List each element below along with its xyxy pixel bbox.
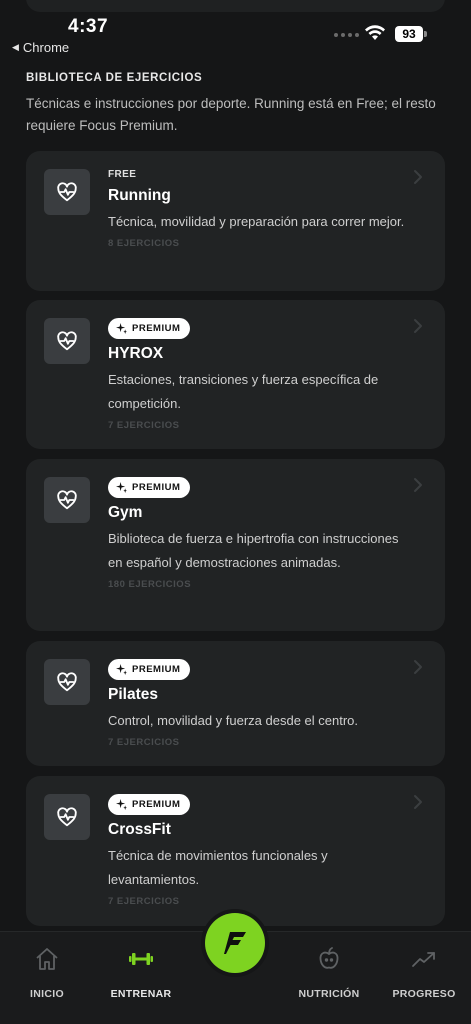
sport-card-crossfit[interactable]: PREMIUM CrossFit Técnica de movimientos … xyxy=(26,776,445,926)
chevron-right-icon xyxy=(414,795,422,809)
sport-name: HYROX xyxy=(108,345,164,362)
heart-pulse-icon xyxy=(44,659,90,705)
premium-badge: PREMIUM xyxy=(108,794,191,815)
dumbbell-icon xyxy=(129,953,153,965)
premium-badge: PREMIUM xyxy=(108,318,191,339)
status-bar: 4:37 ◀ Chrome 93 xyxy=(0,0,471,60)
premium-badge: PREMIUM xyxy=(108,659,191,680)
premium-badge: PREMIUM xyxy=(108,477,191,498)
nav-label: ENTRENAR xyxy=(110,988,172,1000)
sport-name: CrossFit xyxy=(108,821,171,838)
back-arrow-icon: ◀ xyxy=(12,42,19,52)
focus-action-button[interactable] xyxy=(205,913,265,973)
wifi-icon xyxy=(365,25,385,40)
sparkle-icon xyxy=(116,482,127,493)
nav-item-inicio[interactable]: INICIO xyxy=(0,932,94,1000)
heart-pulse-icon xyxy=(44,169,90,215)
sport-name: Running xyxy=(108,187,171,204)
sport-description: Estaciones, transiciones y fuerza especí… xyxy=(108,372,379,411)
nav-item-progreso[interactable]: PROGRESO xyxy=(377,932,471,1000)
nav-label: INICIO xyxy=(30,988,64,1000)
apple-icon xyxy=(319,947,339,969)
sport-description: Técnica de movimientos funcionales y lev… xyxy=(108,848,328,887)
sparkle-icon xyxy=(116,799,127,810)
exercise-count: 7 EJERCICIOS xyxy=(108,737,180,748)
sport-name: Gym xyxy=(108,504,143,521)
sport-card-pilates[interactable]: PREMIUM Pilates Control, movilidad y fue… xyxy=(26,641,445,766)
free-badge: FREE xyxy=(108,169,137,180)
sport-card-running[interactable]: FREE Running Técnica, movilidad y prepar… xyxy=(26,151,445,291)
trend-icon xyxy=(412,952,435,967)
chevron-right-icon xyxy=(414,478,422,492)
sport-card-hyrox[interactable]: PREMIUM HYROX Estaciones, transiciones y… xyxy=(26,300,445,449)
nav-label: PROGRESO xyxy=(392,988,456,1000)
back-app-label: Chrome xyxy=(22,40,70,55)
clock: 4:37 xyxy=(68,16,109,37)
cellular-signal-icon xyxy=(334,33,359,37)
chevron-right-icon xyxy=(414,660,422,674)
section-title: BIBLIOTECA DE EJERCICIOS xyxy=(26,72,203,84)
chevron-right-icon xyxy=(414,170,422,184)
sport-description: Técnica, movilidad y preparación para co… xyxy=(108,214,405,229)
home-icon xyxy=(36,948,58,970)
battery-level: 93 xyxy=(395,26,423,42)
exercise-library-screen: 4:37 ◀ Chrome 93 BIBLIOTECA DE EJERCICIO… xyxy=(0,0,471,1024)
sparkle-icon xyxy=(116,323,127,334)
exercise-count: 8 EJERCICIOS xyxy=(108,238,180,249)
nav-item-nutricion[interactable]: NUTRICIÓN xyxy=(282,932,376,1000)
exercise-count: 7 EJERCICIOS xyxy=(108,896,180,907)
exercise-count: 180 EJERCICIOS xyxy=(108,579,192,590)
exercise-count: 7 EJERCICIOS xyxy=(108,420,180,431)
back-to-app-button[interactable]: ◀ Chrome xyxy=(12,40,69,55)
nav-label: NUTRICIÓN xyxy=(298,988,360,1000)
heart-pulse-icon xyxy=(44,477,90,523)
heart-pulse-icon xyxy=(44,794,90,840)
sport-description: Control, movilidad y fuerza desde el cen… xyxy=(108,713,359,728)
sport-description: Biblioteca de fuerza e hipertrofia con i… xyxy=(108,531,399,570)
section-description: Técnicas e instrucciones por deporte. Ru… xyxy=(26,96,436,133)
heart-pulse-icon xyxy=(44,318,90,364)
chevron-right-icon xyxy=(414,319,422,333)
sport-card-gym[interactable]: PREMIUM Gym Biblioteca de fuerza e hiper… xyxy=(26,459,445,631)
nav-item-entrenar[interactable]: ENTRENAR xyxy=(94,932,188,1000)
sparkle-icon xyxy=(116,664,127,675)
focus-logo-icon xyxy=(224,932,246,954)
battery-indicator: 93 xyxy=(395,26,427,42)
sport-name: Pilates xyxy=(108,686,158,703)
